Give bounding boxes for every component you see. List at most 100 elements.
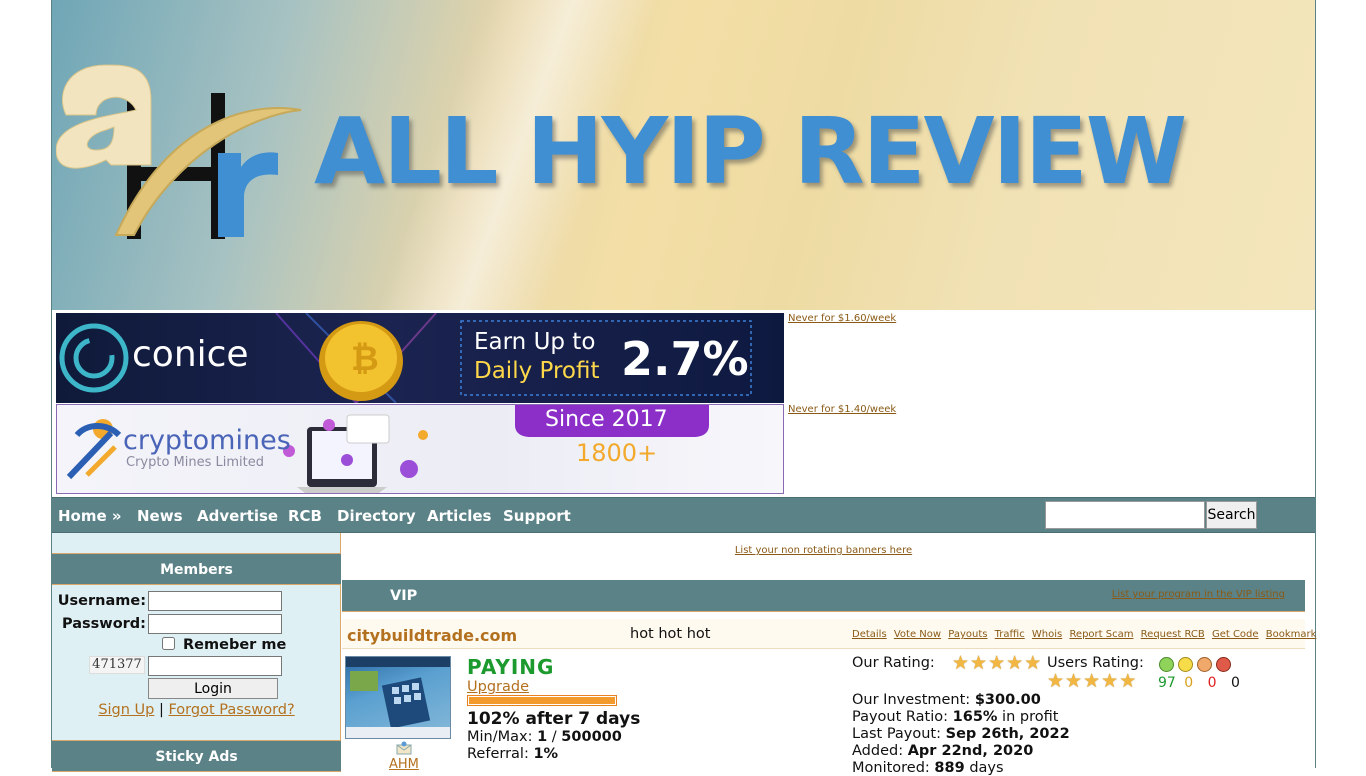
conice-banner[interactable]: ₿ conice Earn Up to Daily Profit 2.7% [56,313,784,403]
minmax-separator: / [551,729,557,745]
scam-face-icon[interactable] [1216,657,1231,672]
vip-title: VIP [390,588,418,604]
ahr-logo-icon[interactable] [56,55,306,245]
search-input[interactable] [1045,501,1205,529]
star-icon: ★ [1119,670,1137,692]
screenshot-art [346,657,450,738]
auth-links: Sign Up | Forgot Password? [52,702,341,718]
last-payout-label: Last Payout: [852,726,942,742]
monitored-row: Monitored: 889 days [852,760,1004,776]
paying-status: PAYING [467,655,555,679]
get-code-link[interactable]: Get Code [1212,629,1259,640]
whois-link[interactable]: Whois [1032,629,1062,640]
remember-checkbox[interactable] [162,637,175,650]
minmax-row: Min/Max: 1 / 500000 [467,729,622,745]
ok-face-icon[interactable] [1178,657,1193,672]
report-scam-link[interactable]: Report Scam [1069,629,1133,640]
great-face-icon[interactable] [1159,657,1174,672]
conice-brand: conice [132,334,249,375]
main-nav: Home » News Advertise RCB Directory Arti… [52,497,1315,533]
list-banners-link[interactable]: List your non rotating banners here [342,545,1305,556]
password-field[interactable] [148,614,282,634]
request-rcb-link[interactable]: Request RCB [1141,629,1205,640]
cryptomines-brand: cryptomines [123,425,291,456]
sidebar: Members Username: Password: Remeber me 4… [52,533,341,772]
captcha-image: 471377 [89,656,145,674]
traffic-link[interactable]: Traffic [995,629,1025,640]
ok-count: 0 [1184,675,1194,691]
password-label: Password: [62,616,146,632]
sticky-ads-heading: Sticky Ads [52,740,341,772]
star-icon: ★ [1024,652,1042,674]
site-title: ALL HYIP REVIEW [314,98,1187,205]
remember-label: Remeber me [183,637,287,653]
minmax-label: Min/Max: [467,729,533,745]
scam-count: 0 [1231,675,1240,691]
status-meter [467,695,617,706]
main-content: List your non rotating banners here VIP … [342,533,1316,776]
upgrade-link[interactable]: Upgrade [467,679,529,695]
users-rating-stars[interactable]: ★ ★ ★ ★ ★ [1047,670,1137,692]
monitored-label: Monitored: [852,760,930,776]
star-icon: ★ [1083,670,1101,692]
star-icon: ★ [1047,670,1065,692]
nav-articles[interactable]: Articles [427,507,491,525]
nav-home[interactable]: Home » [58,507,122,525]
banner2-price-link[interactable]: Never for $1.40/week [788,404,896,415]
program-header: citybuildtrade.com hot hot hot Details V… [342,619,1316,649]
nav-news[interactable]: News [137,507,183,525]
nav-rcb[interactable]: RCB [288,507,322,525]
payouts-link[interactable]: Payouts [948,629,987,640]
vip-section-header: VIP List your program in the VIP listing [342,580,1305,612]
search-button[interactable]: Search [1206,501,1257,529]
signup-link[interactable]: Sign Up [98,702,154,718]
details-link[interactable]: Details [852,629,887,640]
star-icon: ★ [952,652,970,674]
investment-value: $300.00 [974,692,1041,708]
referral-value: 1% [533,746,559,762]
star-icon: ★ [1065,670,1083,692]
banner1-price-link[interactable]: Never for $1.60/week [788,313,896,324]
payout-ratio-row: Payout Ratio: 165% in profit [852,709,1058,725]
program-links: Details Vote Now Payouts Traffic Whois R… [852,629,1320,640]
program-screenshot[interactable] [345,656,451,739]
referral-row: Referral: 1% [467,746,558,762]
members-heading: Members [52,553,341,585]
conice-headline-1: Earn Up to [474,329,596,355]
monitored-value: 889 [934,760,965,776]
nav-advertise[interactable]: Advertise [197,507,278,525]
status-meter-fill [468,696,616,705]
star-icon: ★ [988,652,1006,674]
ahm-link[interactable]: AHM [389,757,419,772]
added-row: Added: Apr 22nd, 2020 [852,743,1033,759]
nav-directory[interactable]: Directory [337,507,416,525]
nav-support[interactable]: Support [503,507,571,525]
bookmark-link[interactable]: Bookmark [1266,629,1317,640]
cryptomines-banner[interactable]: cryptomines Crypto Mines Limited Since 2… [56,404,784,494]
vote-now-link[interactable]: Vote Now [894,629,941,640]
star-icon: ★ [1006,652,1024,674]
program-name-link[interactable]: citybuildtrade.com [347,626,517,645]
link-separator: | [158,702,164,718]
cryptomines-subtitle: Crypto Mines Limited [126,455,264,470]
program-tagline: hot hot hot [630,626,711,642]
username-label: Username: [57,593,146,609]
vip-listing-link[interactable]: List your program in the VIP listing [1112,589,1285,600]
vote-faces [1159,657,1235,672]
referral-label: Referral: [467,746,529,762]
monitored-suffix: days [969,760,1004,776]
max-value: 500000 [561,729,622,745]
payout-ratio-label: Payout Ratio: [852,709,949,725]
users-rating-label: Users Rating: [1047,655,1144,671]
forgot-password-link[interactable]: Forgot Password? [168,702,294,718]
cryptomines-since: Since 2017 [545,407,668,432]
conice-figure: 2.7% [621,332,749,386]
vote-counts: 97 0 0 0 [1158,675,1240,691]
envelope-icon[interactable] [396,741,412,755]
conice-headline-2: Daily Profit [474,358,600,384]
added-value: Apr 22nd, 2020 [907,743,1034,759]
username-field[interactable] [148,591,282,611]
bad-face-icon[interactable] [1197,657,1212,672]
login-button[interactable]: Login [148,678,278,699]
captcha-field[interactable] [148,656,282,676]
